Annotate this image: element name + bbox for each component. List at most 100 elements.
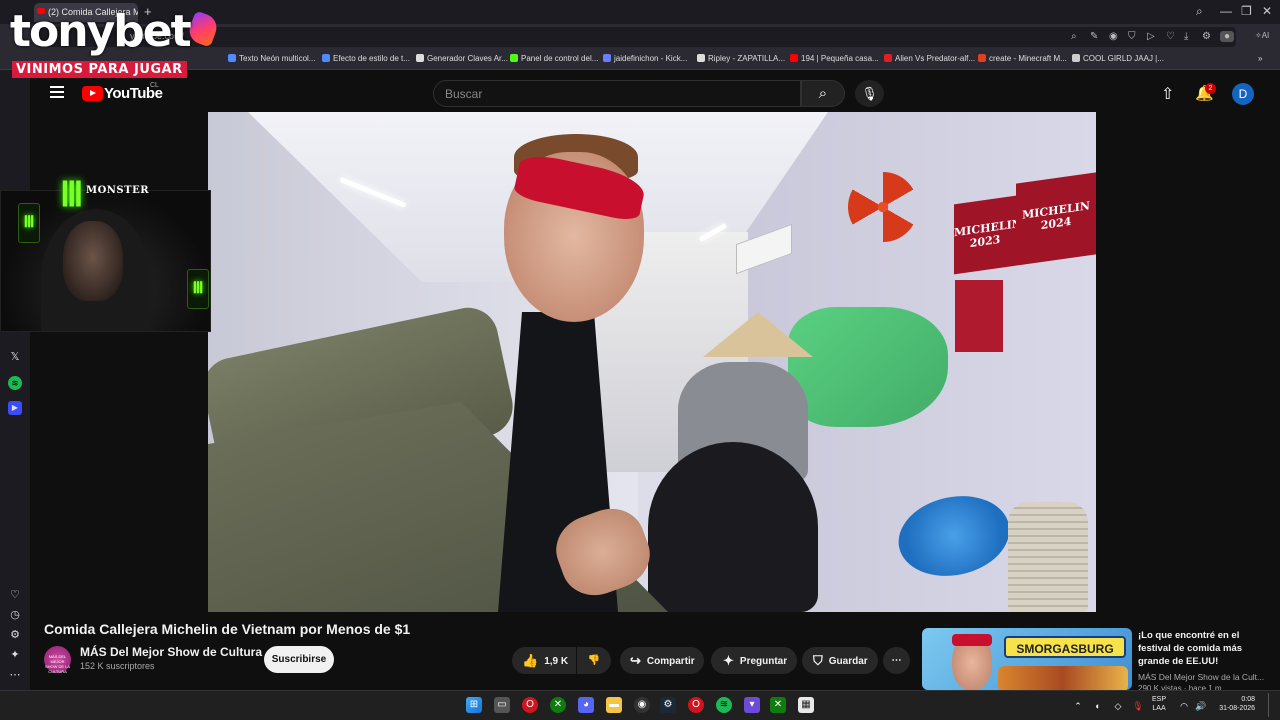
monster-logo-icon: Ⅲ	[60, 176, 84, 214]
tray-app-icon[interactable]: ◐	[1090, 698, 1106, 714]
zoom-icon[interactable]: ⌕	[1071, 31, 1077, 42]
bookmark-item[interactable]: Panel de control del...	[510, 54, 598, 63]
sidebar-app-icon[interactable]: ▶	[8, 401, 22, 415]
microphone-icon[interactable]: 🎙	[855, 80, 884, 107]
heart-icon[interactable]: ♡	[8, 588, 22, 602]
channel-name[interactable]: MÁS Del Mejor Show de Cultura	[80, 645, 262, 659]
thumbnail-sign: SMORGASBURG	[1004, 636, 1126, 658]
ai-icon[interactable]: ✧AI	[1255, 31, 1269, 40]
steam-icon[interactable]: ⚙	[660, 697, 676, 713]
show-desktop-button[interactable]	[1268, 693, 1274, 717]
ask-button[interactable]: ✦ Preguntar	[711, 647, 797, 674]
play-icon[interactable]: ▷	[1147, 31, 1155, 42]
bookmark-item[interactable]: jaidefinichon - Kick...	[603, 54, 687, 63]
more-icon[interactable]: ⋯	[8, 668, 22, 682]
share-button[interactable]: ↪ Compartir	[620, 647, 704, 674]
bookmark-favicon-icon	[884, 54, 892, 62]
bookmark-icon: ⛉	[813, 653, 823, 668]
windows-start-icon[interactable]: ⊞	[466, 697, 482, 713]
opera-icon[interactable]: O	[688, 697, 704, 713]
task-view-icon[interactable]: ▭	[494, 697, 510, 713]
calendar-icon[interactable]: ▦	[798, 697, 814, 713]
like-button[interactable]: 👍 1,9 K	[512, 647, 576, 674]
bookmark-item[interactable]: Alien Vs Predator-alf...	[884, 54, 975, 63]
xbox-icon[interactable]: ✕	[550, 697, 566, 713]
file-explorer-icon[interactable]: ▬	[606, 697, 622, 713]
camera-icon[interactable]: ◉	[1109, 31, 1118, 42]
bookmark-favicon-icon	[697, 54, 705, 62]
bookmark-favicon-icon	[978, 54, 986, 62]
wifi-icon[interactable]: ◠	[1176, 698, 1192, 714]
more-actions-button[interactable]: ⋯	[883, 647, 910, 674]
thumbs-down-icon: 👎	[587, 655, 601, 666]
minimize-button[interactable]: —	[1220, 4, 1232, 18]
michelin-sign-2024: MICHELIN 2024	[1016, 172, 1096, 266]
like-count: 1,9 K	[544, 656, 569, 667]
monster-logo-text: MONSTER	[86, 185, 150, 196]
lightbulb-icon[interactable]: ✦	[8, 648, 22, 662]
recommended-thumbnail[interactable]: SMORGASBURG	[922, 628, 1132, 690]
spotify-icon[interactable]: ≋	[8, 376, 22, 390]
volume-icon[interactable]: 🔊	[1193, 698, 1209, 714]
streamer-webcam: Ⅲ Ⅲ	[0, 190, 211, 332]
bookmark-favicon-icon	[510, 54, 518, 62]
microphone-muted-icon[interactable]: 🎙	[1130, 698, 1146, 714]
search-input[interactable]: Buscar	[433, 80, 801, 107]
shield-icon[interactable]: ⛉	[1128, 31, 1136, 42]
bookmark-item[interactable]: Ripley - ZAPATILLA...	[697, 54, 785, 63]
settings-icon[interactable]: ⚙	[8, 628, 22, 642]
sparkle-icon: ✦	[723, 653, 734, 668]
channel-avatar[interactable]: MÁS DEL MEJOR SHOW DE LA CULTURA	[44, 646, 71, 674]
bookmark-item[interactable]: COOL GIRLD JAAJ |...	[1072, 54, 1164, 63]
thumbnail-food	[998, 666, 1128, 690]
spotify-icon[interactable]: ≋	[716, 697, 732, 713]
bookmark-favicon-icon	[790, 54, 798, 62]
obs-icon[interactable]: ◉	[634, 697, 650, 713]
monster-can-icon: Ⅲ	[18, 203, 40, 243]
input-language[interactable]: ESP LAA	[1152, 695, 1166, 713]
x-twitter-icon[interactable]: 𝕏	[8, 350, 22, 364]
xbox-app-icon[interactable]: ✕	[770, 697, 786, 713]
bookmark-item[interactable]: 194 | Pequeña casa...	[790, 54, 879, 63]
maximize-button[interactable]: ❐	[1241, 4, 1252, 18]
tray-overflow-icon[interactable]: ⌃	[1070, 698, 1086, 714]
profile-icon[interactable]: ●	[1220, 31, 1234, 42]
close-window-button[interactable]: ✕	[1262, 4, 1272, 18]
video-scene-menu-board	[955, 280, 1003, 352]
video-title: Comida Callejera Michelin de Vietnam por…	[44, 621, 411, 637]
tray-app-icon[interactable]: ◇	[1110, 698, 1126, 714]
channel-subscribers: 152 K suscriptores	[80, 661, 155, 671]
video-player[interactable]: MICHELIN 2023 MICHELIN 2024	[208, 112, 1096, 612]
opera-gx-icon[interactable]: O	[522, 697, 538, 713]
bookmarks-overflow-icon[interactable]: »	[1258, 54, 1262, 63]
notification-badge: 2	[1205, 83, 1216, 94]
history-icon[interactable]: ◷	[8, 608, 22, 622]
save-button[interactable]: ⛉ Guardar	[802, 647, 878, 674]
edit-icon[interactable]: ✎	[1090, 31, 1098, 42]
video-scene-plates	[1008, 502, 1088, 612]
menu-icon[interactable]	[50, 86, 64, 98]
settings-icon[interactable]: ⚙	[1202, 31, 1211, 42]
dislike-button[interactable]: 👎	[577, 647, 611, 674]
app-icon[interactable]: ▾	[744, 697, 760, 713]
subscribe-button[interactable]: Suscribirse	[264, 646, 334, 673]
bookmark-favicon-icon	[322, 54, 330, 62]
upload-icon[interactable]: ⇧	[1161, 84, 1174, 104]
search-tabs-icon[interactable]: ⌕	[1196, 4, 1203, 19]
download-icon[interactable]: ⤓	[1184, 31, 1188, 42]
discord-icon[interactable]: ◕	[578, 697, 594, 713]
heart-icon[interactable]: ♡	[1166, 31, 1175, 42]
bookmark-item[interactable]: Texto Neón multicol...	[228, 54, 315, 63]
bookmark-item[interactable]: Generador Claves Ar...	[416, 54, 508, 63]
bookmark-item[interactable]: create - Minecraft M...	[978, 54, 1067, 63]
youtube-logo-icon[interactable]	[82, 86, 103, 101]
account-avatar[interactable]: D	[1232, 83, 1254, 105]
recommended-title[interactable]: ¡Lo que encontré en el festival de comid…	[1138, 629, 1268, 668]
bookmark-item[interactable]: Efecto de estilo de t...	[322, 54, 410, 63]
bookmark-favicon-icon	[603, 54, 611, 62]
tonybet-logo: tonybet	[10, 6, 192, 57]
clock[interactable]: 0:08 31-08-2026	[1213, 695, 1255, 713]
recommended-channel[interactable]: MÁS Del Mejor Show de la Cult...	[1138, 672, 1268, 682]
search-button[interactable]: ⌕	[801, 80, 845, 107]
webcam-face	[63, 221, 123, 301]
